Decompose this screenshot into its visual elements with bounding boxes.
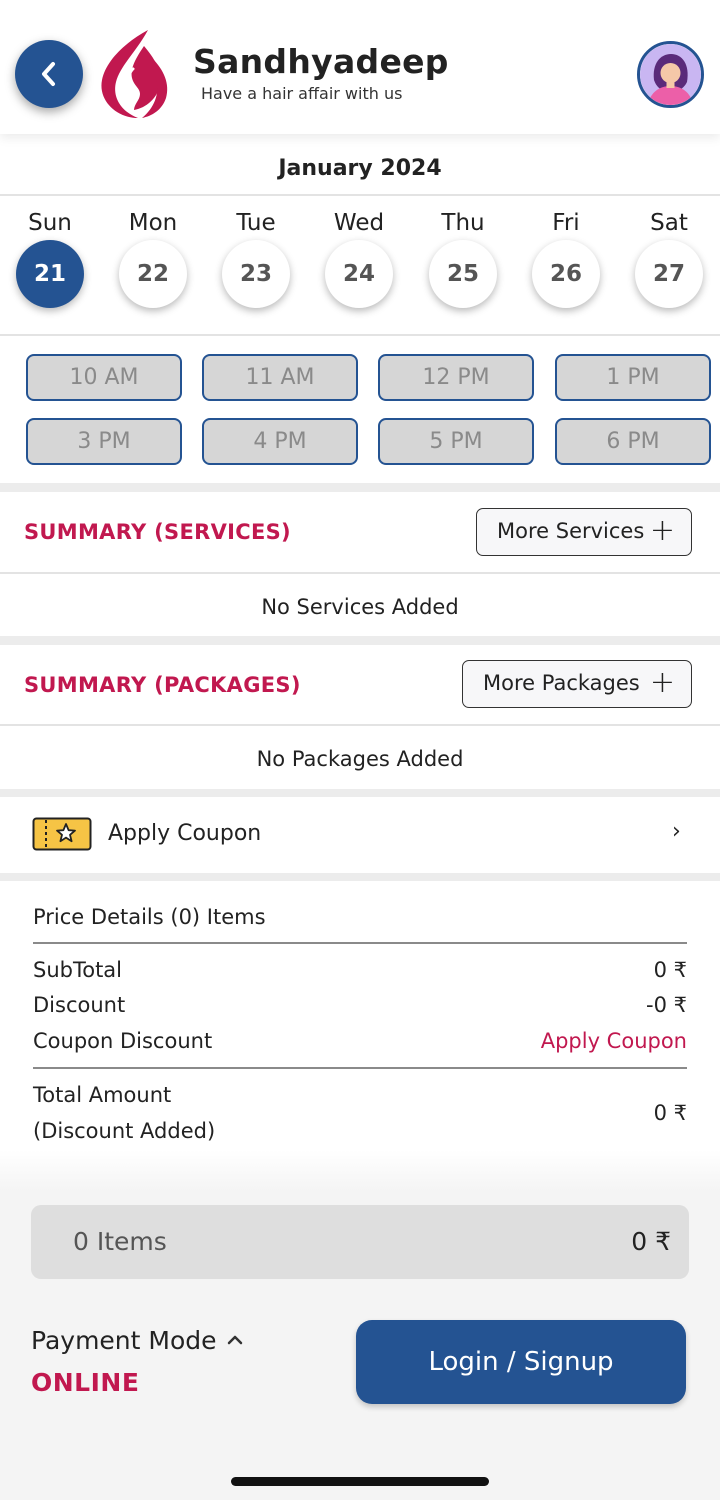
day-name: Wed [333,210,385,236]
services-empty-state: No Services Added [0,572,720,634]
brand-name: Sandhyadeep [193,42,449,81]
cart-item-count: 0 Items [73,1227,167,1256]
packages-summary-title: SUMMARY (PACKAGES) [24,673,301,697]
bottom-fade [0,1150,720,1192]
month-label: January 2024 [0,134,720,196]
section-divider [0,873,720,881]
total-amount-label: Total Amount [33,1083,172,1107]
back-button[interactable] [15,40,83,108]
day-thu[interactable]: Thu 25 [423,197,503,308]
apply-coupon-row[interactable]: Apply Coupon › [0,797,720,873]
discount-value: -0 ₹ [646,993,687,1017]
brand-logo [101,30,168,118]
login-signup-button[interactable]: Login / Signup [356,1320,686,1404]
time-slot[interactable]: 4 PM [202,418,358,465]
section-divider [0,483,720,492]
time-slot[interactable]: 1 PM [555,354,711,401]
day-fri[interactable]: Fri 26 [526,197,606,308]
cart-summary-bar: 0 Items 0 ₹ [31,1205,689,1279]
day-name: Mon [128,210,178,236]
section-divider [0,789,720,797]
time-slot[interactable]: 5 PM [378,418,534,465]
day-sun[interactable]: Sun 21 [10,197,90,308]
more-services-label: More Services [497,519,645,543]
cart-total: 0 ₹ [631,1227,671,1256]
services-summary-header: SUMMARY (SERVICES) More Services + [0,492,720,572]
apply-coupon-link[interactable]: Apply Coupon [541,1029,687,1053]
packages-empty-state: No Packages Added [0,724,720,786]
time-slot[interactable]: 12 PM [378,354,534,401]
home-indicator [231,1477,489,1486]
more-packages-label: More Packages [483,671,640,695]
payment-mode-value: ONLINE [31,1368,140,1397]
total-amount-value: 0 ₹ [653,1101,687,1125]
time-slot[interactable]: 10 AM [26,354,182,401]
time-slot[interactable]: 6 PM [555,418,711,465]
day-name: Tue [236,210,276,236]
chevron-up-icon[interactable] [226,1331,244,1349]
checkout-footer: 0 Items 0 ₹ Payment Mode ONLINE Login / … [0,1191,720,1500]
day-name: Fri [552,210,580,236]
apply-coupon-label: Apply Coupon [108,821,262,846]
day-date[interactable]: 21 [16,240,84,308]
time-slot-grid: 10 AM 11 AM 12 PM 1 PM 3 PM 4 PM 5 PM 6 … [0,337,720,483]
more-packages-button[interactable]: More Packages + [462,660,692,708]
brand-tagline: Have a hair affair with us [201,84,403,103]
chevron-right-icon: › [672,819,681,844]
user-avatar-icon [640,44,701,105]
day-name: Thu [441,210,485,236]
divider [33,1067,687,1069]
app-header: Sandhyadeep Have a hair affair with us [0,0,720,134]
day-date[interactable]: 22 [119,240,187,308]
price-details: Price Details (0) Items SubTotal 0 ₹ Dis… [0,881,720,1191]
day-mon[interactable]: Mon 22 [113,197,193,308]
day-wed[interactable]: Wed 24 [319,197,399,308]
plus-icon: + [649,665,675,700]
coupon-discount-label: Coupon Discount [33,1029,213,1053]
day-tue[interactable]: Tue 23 [216,197,296,308]
day-date[interactable]: 23 [222,240,290,308]
subtotal-label: SubTotal [33,958,123,982]
subtotal-value: 0 ₹ [653,958,687,982]
coupon-ticket-icon [32,817,92,851]
discount-label: Discount [33,993,126,1017]
section-divider [0,636,720,645]
more-services-button[interactable]: More Services + [476,508,692,556]
plus-icon: + [649,513,675,548]
time-slot[interactable]: 11 AM [202,354,358,401]
day-date[interactable]: 25 [429,240,497,308]
day-name: Sun [28,210,72,236]
packages-summary-header: SUMMARY (PACKAGES) More Packages + [0,645,720,725]
services-summary-title: SUMMARY (SERVICES) [24,520,291,544]
time-slot[interactable]: 3 PM [26,418,182,465]
profile-avatar[interactable] [637,41,704,108]
day-date[interactable]: 27 [635,240,703,308]
price-details-title: Price Details (0) Items [33,905,266,929]
divider [33,942,687,944]
day-date[interactable]: 26 [532,240,600,308]
chevron-left-icon [42,62,55,86]
total-amount-sublabel: (Discount Added) [33,1119,216,1143]
day-name: Sat [650,210,688,236]
day-date[interactable]: 24 [325,240,393,308]
payment-mode-selector[interactable]: Payment Mode [31,1326,217,1355]
day-sat[interactable]: Sat 27 [629,197,709,308]
date-picker: Sun 21 Mon 22 Tue 23 Wed 24 Thu 25 Fri 2… [0,197,720,336]
